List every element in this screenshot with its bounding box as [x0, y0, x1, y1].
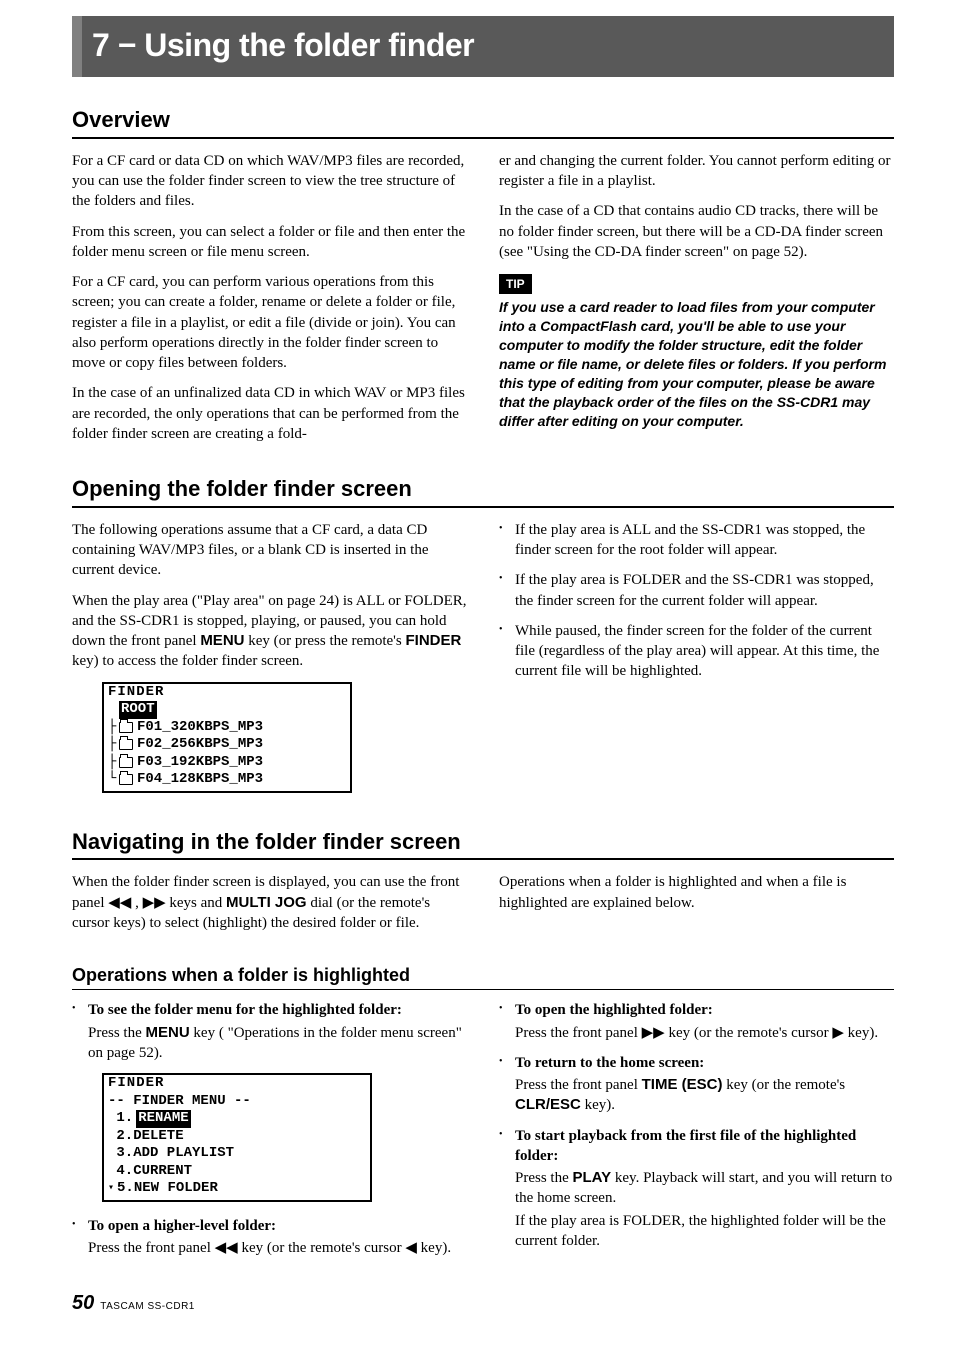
play-key-label: PLAY [573, 1169, 612, 1186]
ops-left-b2-title: To open a higher-level folder: [88, 1218, 276, 1234]
screen2-row1: 2.DELETE [108, 1128, 184, 1146]
overview-p1: For a CF card or data CD on which WAV/MP… [72, 151, 467, 212]
overview-p2: From this screen, you can select a folde… [72, 222, 467, 263]
page-number: 50 [72, 1290, 94, 1317]
multi-jog-label: MULTI JOG [226, 894, 307, 911]
opening-bullet-1: If the play area is ALL and the SS-CDR1 … [499, 520, 894, 561]
menu-key-label-2: MENU [146, 1024, 190, 1041]
product-name: TASCAM SS-CDR1 [100, 1300, 195, 1314]
ops-right-b3a: Press the [515, 1170, 573, 1186]
section-navigating-heading: Navigating in the folder finder screen [72, 827, 894, 861]
ops-right-b1-title: To open the highlighted folder: [515, 1002, 713, 1018]
tip-body: If you use a card reader to load files f… [499, 298, 894, 430]
ops-right-b3: To start playback from the first file of… [499, 1126, 894, 1252]
overview-p4: In the case of an unfinalized data CD in… [72, 383, 467, 444]
finder-key-label: FINDER [405, 632, 461, 649]
finder-screen-root: FINDER ROOT ├F01_320KBPS_MP3 ├F02_256KBP… [102, 682, 352, 793]
screen1-title: FINDER [104, 684, 350, 702]
ops-right-b1c: key). [844, 1025, 878, 1041]
fastforward-icon-2: ▶▶ [642, 1024, 665, 1041]
section-overview-heading: Overview [72, 105, 894, 139]
chapter-title: 7 − Using the folder finder [92, 24, 884, 67]
screen1-root: ROOT [119, 701, 157, 719]
screen2-title: FINDER [104, 1075, 370, 1093]
ops-right-b2-title: To return to the home screen: [515, 1055, 704, 1071]
opening-p1: The following operations assume that a C… [72, 520, 467, 581]
right-arrow-icon: ▶ [832, 1024, 844, 1041]
opening-bullet-2: If the play area is FOLDER and the SS-CD… [499, 570, 894, 611]
opening-p2b: key (or press the remote's [244, 633, 405, 649]
ops-left-b1-title: To see the folder menu for the highlight… [88, 1002, 402, 1018]
screen2-row4: 5.NEW FOLDER [117, 1180, 218, 1198]
ops-right-b1b: key (or the remote's cursor [665, 1025, 833, 1041]
screen1-row2: F03_192KBPS_MP3 [137, 754, 263, 772]
screen2-row3: 4.CURRENT [108, 1163, 192, 1181]
navigating-p2: Operations when a folder is highlighted … [499, 872, 894, 913]
left-arrow-icon: ◀ [405, 1239, 417, 1256]
screen1-row3: F04_128KBPS_MP3 [137, 771, 263, 789]
nav-comma: , [131, 895, 142, 911]
navigating-p1: When the folder finder screen is display… [72, 872, 467, 933]
menu-key-label: MENU [200, 632, 244, 649]
ops-left-b2c: key). [417, 1240, 451, 1256]
rewind-icon-2: ◀◀ [215, 1239, 238, 1256]
finder-menu-screen: FINDER -- FINDER MENU -- 1.RENAME 2.DELE… [102, 1073, 372, 1202]
ops-right-b2c: key). [581, 1097, 615, 1113]
folder-icon [119, 739, 133, 750]
overview-p3: For a CF card, you can perform various o… [72, 272, 467, 373]
folder-icon [119, 722, 133, 733]
screen2-menuhead: -- FINDER MENU -- [104, 1093, 370, 1111]
page-footer: 50 TASCAM SS-CDR1 [72, 1290, 894, 1317]
ops-left-b1a: Press the [88, 1025, 146, 1041]
ops-right-b2: To return to the home screen: Press the … [499, 1053, 894, 1116]
clr-esc-label: CLR/ESC [515, 1096, 581, 1113]
overview-p5: er and changing the current folder. You … [499, 151, 894, 192]
screen2-row2: 3.ADD PLAYLIST [108, 1145, 234, 1163]
ops-right-b2a: Press the front panel [515, 1077, 642, 1093]
ops-right-b1: To open the highlighted folder: Press th… [499, 1000, 894, 1043]
section-opening-heading: Opening the folder finder screen [72, 474, 894, 508]
rewind-icon: ◀◀ [108, 894, 131, 911]
ops-left-b2a: Press the front panel [88, 1240, 215, 1256]
subsection-ops-heading: Operations when a folder is highlighted [72, 963, 894, 990]
screen2-row0: RENAME [136, 1110, 190, 1128]
overview-p6: In the case of a CD that contains audio … [499, 201, 894, 262]
opening-p2: When the play area ("Play area" on page … [72, 591, 467, 672]
folder-icon [119, 774, 133, 785]
ops-left-b2: To open a higher-level folder: Press the… [72, 1216, 467, 1259]
ops-left-b1: To see the folder menu for the highlight… [72, 1000, 467, 1063]
tip-label: TIP [499, 274, 532, 294]
ops-right-b1a: Press the front panel [515, 1025, 642, 1041]
fastforward-icon: ▶▶ [143, 894, 166, 911]
screen1-row1: F02_256KBPS_MP3 [137, 736, 263, 754]
ops-right-b2b: key (or the remote's [722, 1077, 845, 1093]
folder-icon [119, 757, 133, 768]
opening-bullet-3: While paused, the finder screen for the … [499, 621, 894, 682]
ops-right-b3c: If the play area is FOLDER, the highligh… [515, 1211, 894, 1252]
ops-left-b2b: key (or the remote's cursor [238, 1240, 406, 1256]
nav-p1b: keys and [166, 895, 226, 911]
chapter-title-bar: 7 − Using the folder finder [72, 16, 894, 77]
opening-p2c: key) to access the folder finder screen. [72, 653, 303, 669]
ops-right-b3-title: To start playback from the first file of… [515, 1128, 856, 1164]
time-esc-label: TIME (ESC) [642, 1076, 723, 1093]
screen1-row0: F01_320KBPS_MP3 [137, 719, 263, 737]
